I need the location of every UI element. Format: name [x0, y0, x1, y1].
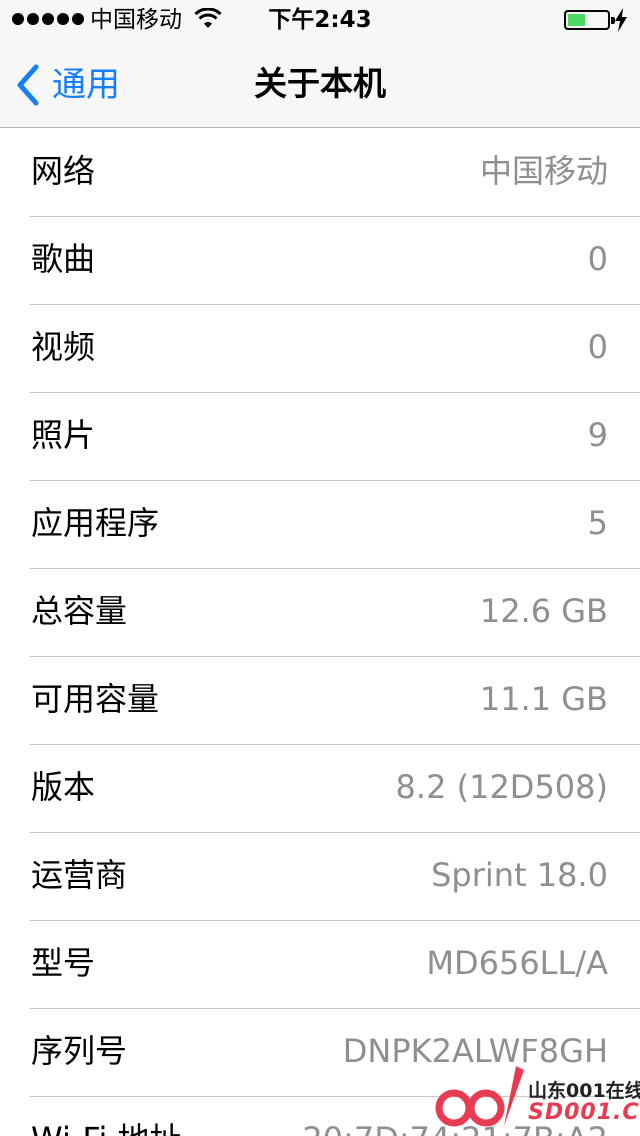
- about-list: 网络 中国移动 歌曲 0 视频 0 照片 9 应用程序 5 总容量 12.6 G…: [0, 129, 640, 1136]
- battery-icon: [564, 10, 615, 30]
- row-label: 运营商: [31, 856, 128, 894]
- row-network[interactable]: 网络 中国移动: [0, 129, 640, 217]
- row-label: 网络: [31, 152, 96, 190]
- row-value: 11.1 GB: [479, 680, 608, 718]
- row-label: 序列号: [31, 1032, 128, 1070]
- row-label: 歌曲: [31, 240, 96, 278]
- screen: 中国移动 下午2:43 通用 关于本机 网络 中国移动 歌曲 0 视频 0 照片…: [0, 0, 640, 1136]
- row-label: Wi-Fi 地址: [31, 1117, 182, 1136]
- row-label: 应用程序: [31, 504, 160, 542]
- watermark-logo-icon: [435, 1066, 524, 1127]
- page-title: 关于本机: [254, 64, 386, 103]
- row-songs[interactable]: 歌曲 0: [0, 217, 640, 305]
- row-value: 8.2 (12D508): [395, 768, 608, 806]
- row-value: Sprint 18.0: [431, 856, 608, 894]
- row-applications[interactable]: 应用程序 5: [0, 481, 640, 569]
- row-label: 照片: [31, 416, 96, 454]
- row-value: 中国移动: [479, 152, 608, 190]
- row-value: 9: [587, 416, 608, 454]
- row-label: 版本: [31, 768, 96, 806]
- row-label: 型号: [31, 944, 96, 982]
- row-photos[interactable]: 照片 9: [0, 393, 640, 481]
- row-value: 0: [587, 240, 608, 278]
- status-time: 下午2:43: [268, 7, 372, 33]
- row-videos[interactable]: 视频 0: [0, 305, 640, 393]
- watermark-line1: 山东001在线: [528, 1080, 640, 1102]
- row-capacity[interactable]: 总容量 12.6 GB: [0, 569, 640, 657]
- row-label: 可用容量: [31, 680, 160, 718]
- row-value: 5: [587, 504, 608, 542]
- row-carrier[interactable]: 运营商 Sprint 18.0: [0, 833, 640, 921]
- row-label: 视频: [31, 328, 96, 366]
- row-available[interactable]: 可用容量 11.1 GB: [0, 657, 640, 745]
- charging-bolt-icon: [615, 8, 627, 32]
- navigation-bar: 通用 关于本机: [0, 40, 640, 128]
- site-watermark: 山东001在线 SD001.CN: [432, 1058, 640, 1136]
- row-label: 总容量: [31, 592, 128, 630]
- status-bar: 中国移动 下午2:43: [0, 0, 640, 40]
- battery-level-fill: [568, 14, 585, 26]
- row-value: MD656LL/A: [426, 944, 608, 982]
- row-value: 12.6 GB: [479, 592, 608, 630]
- row-version[interactable]: 版本 8.2 (12D508): [0, 745, 640, 833]
- row-value: 0: [587, 328, 608, 366]
- watermark-line2: SD001.CN: [528, 1100, 640, 1125]
- row-model[interactable]: 型号 MD656LL/A: [0, 921, 640, 1009]
